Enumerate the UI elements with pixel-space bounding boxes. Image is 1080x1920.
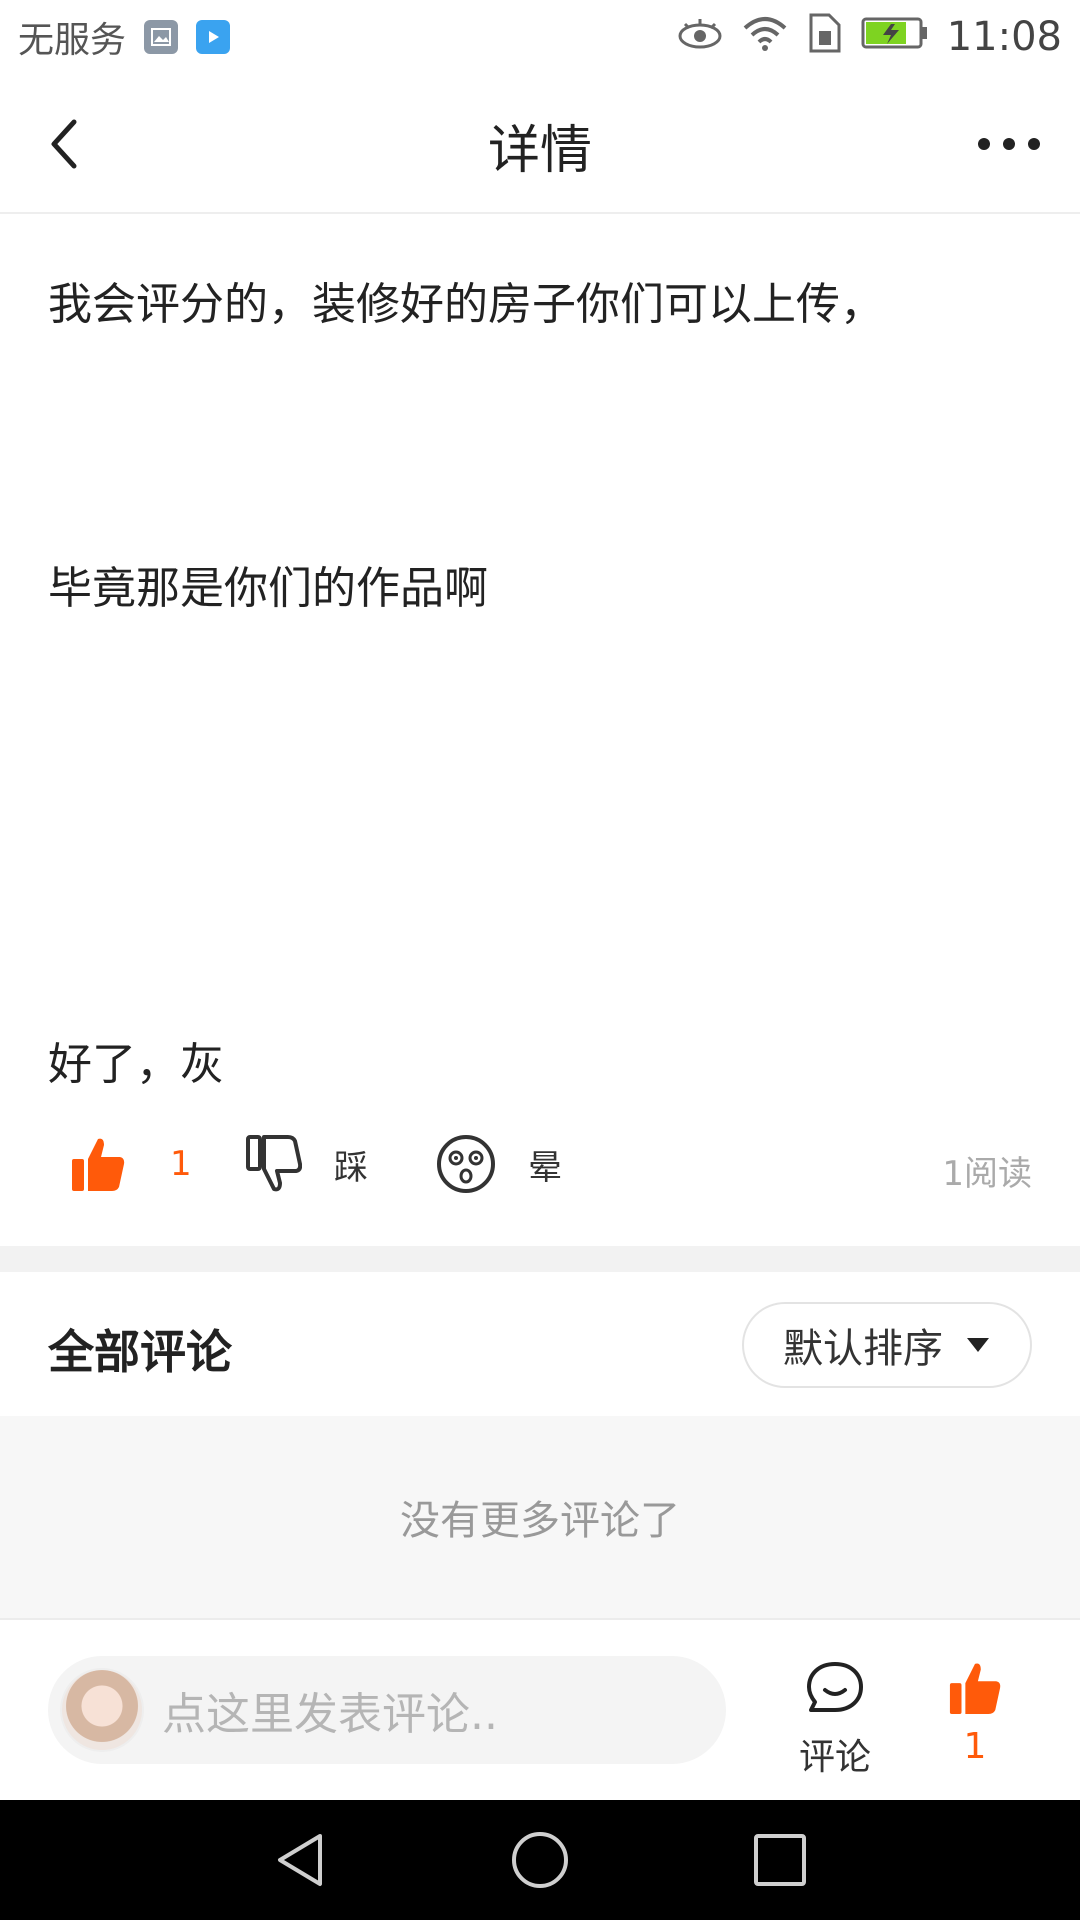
nav-home-icon [512, 1832, 568, 1888]
gallery-notification-icon [144, 20, 179, 54]
sort-dropdown[interactable]: 默认排序 [742, 1302, 1032, 1388]
dislike-label: 踩 [334, 1147, 368, 1188]
status-bar: 无服务 11:08 [0, 0, 1080, 74]
nav-home-button[interactable] [510, 1830, 570, 1890]
post-text-line: 我会评分的，装修好的房子你们可以上传， [48, 279, 884, 330]
read-count: 1阅读 [942, 1154, 1032, 1194]
section-divider [0, 1246, 1080, 1272]
nav-recent-button[interactable] [750, 1830, 810, 1890]
eye-icon [677, 16, 723, 59]
dizzy-face-icon [437, 1135, 495, 1193]
caret-down-icon [967, 1338, 989, 1352]
post-text-line: 好了，灰 [48, 1039, 224, 1090]
comment-button[interactable]: 评论 [790, 1660, 880, 1780]
system-nav-bar [0, 1800, 1080, 1920]
comment-input[interactable]: 点这里发表评论.. [48, 1656, 726, 1764]
bottom-like-button[interactable]: 1 [935, 1660, 1015, 1767]
comment-button-label: 评论 [798, 1737, 871, 1778]
more-button[interactable] [974, 124, 1044, 164]
sort-label: 默认排序 [783, 1326, 943, 1372]
comment-input-placeholder: 点这里发表评论.. [162, 1689, 498, 1740]
more-dots-icon [978, 138, 1040, 150]
comments-title: 全部评论 [48, 1325, 232, 1379]
nav-recent-icon [754, 1834, 806, 1886]
nav-back-button[interactable] [270, 1830, 330, 1890]
avatar [60, 1668, 144, 1752]
status-right: 11:08 [677, 13, 1062, 62]
video-notification-icon [196, 20, 231, 54]
dizzy-label: 晕 [528, 1147, 562, 1188]
thumbs-down-icon [246, 1135, 302, 1192]
reaction-row: 1 踩 晕 1阅读 [0, 1124, 1080, 1204]
post-text-line: 毕竟那是你们的作品啊 [48, 563, 488, 614]
comments-header: 全部评论 默认排序 [0, 1272, 1080, 1416]
wifi-icon [741, 14, 789, 61]
sim-icon [807, 13, 843, 62]
status-left: 无服务 [18, 11, 231, 63]
status-time: 11:08 [946, 14, 1062, 60]
dizzy-button[interactable]: 晕 [436, 1124, 562, 1204]
like-button[interactable]: 1 [70, 1124, 192, 1204]
thumbs-up-icon [949, 1663, 1001, 1715]
comments-empty-area: 没有更多评论了 [0, 1416, 1080, 1620]
nav-back-icon [278, 1834, 322, 1886]
title-bar: 详情 [0, 74, 1080, 214]
page-title: 详情 [487, 121, 592, 181]
comment-bubble-icon [807, 1662, 863, 1712]
no-more-comments-text: 没有更多评论了 [400, 1498, 680, 1544]
carrier-text: 无服务 [18, 20, 127, 61]
like-count: 1 [170, 1144, 192, 1184]
battery-charging-icon [861, 15, 929, 60]
thumbs-up-icon [72, 1138, 125, 1191]
bottom-like-count: 1 [963, 1726, 987, 1767]
dislike-button[interactable]: 踩 [246, 1124, 368, 1204]
bottom-action-bar: 点这里发表评论.. 评论 1 [0, 1620, 1080, 1800]
